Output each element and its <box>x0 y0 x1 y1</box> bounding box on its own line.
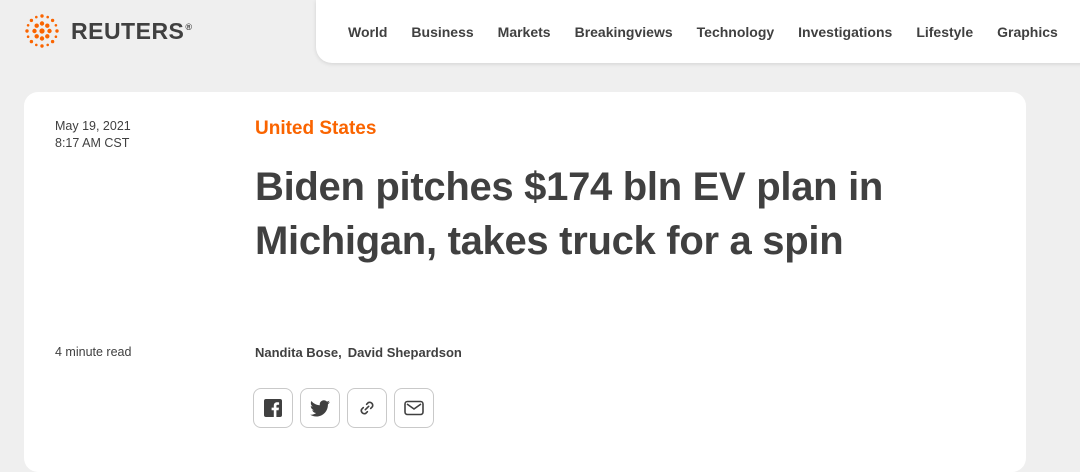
read-time: 4 minute read <box>55 345 132 359</box>
reuters-logo[interactable]: REUTERS® <box>22 8 193 54</box>
nav-breakingviews[interactable]: Breakingviews <box>575 24 673 40</box>
article-timestamp: May 19, 2021 8:17 AM CST <box>55 118 131 152</box>
share-twitter-button[interactable] <box>300 388 340 428</box>
nav-world[interactable]: World <box>348 24 387 40</box>
email-icon <box>404 400 424 416</box>
bylines: Nandita Bose, David Shepardson <box>255 345 462 360</box>
share-facebook-button[interactable] <box>253 388 293 428</box>
article-time: 8:17 AM CST <box>55 136 130 150</box>
nav-business[interactable]: Business <box>411 24 473 40</box>
nav-graphics[interactable]: Graphics <box>997 24 1058 40</box>
article-headline: Biden pitches $174 bln EV plan in Michig… <box>255 165 884 263</box>
section-link[interactable]: United States <box>255 118 376 140</box>
share-link-button[interactable] <box>347 388 387 428</box>
author-link[interactable]: Nandita Bose, <box>255 345 342 360</box>
main-nav: World Business Markets Breakingviews Tec… <box>316 0 1080 63</box>
article-card: May 19, 2021 8:17 AM CST United States B… <box>24 92 1026 472</box>
share-email-button[interactable] <box>394 388 434 428</box>
nav-investigations[interactable]: Investigations <box>798 24 892 40</box>
nav-markets[interactable]: Markets <box>498 24 551 40</box>
nav-lifestyle[interactable]: Lifestyle <box>916 24 973 40</box>
twitter-icon <box>310 399 330 416</box>
share-bar <box>253 388 434 428</box>
author-link[interactable]: David Shepardson <box>348 345 462 360</box>
facebook-icon <box>264 399 282 417</box>
logo-wordmark: REUTERS® <box>71 17 193 44</box>
article-date: May 19, 2021 <box>55 119 131 133</box>
link-icon <box>360 401 374 415</box>
reuters-logo-icon <box>25 14 59 48</box>
nav-technology[interactable]: Technology <box>697 24 775 40</box>
